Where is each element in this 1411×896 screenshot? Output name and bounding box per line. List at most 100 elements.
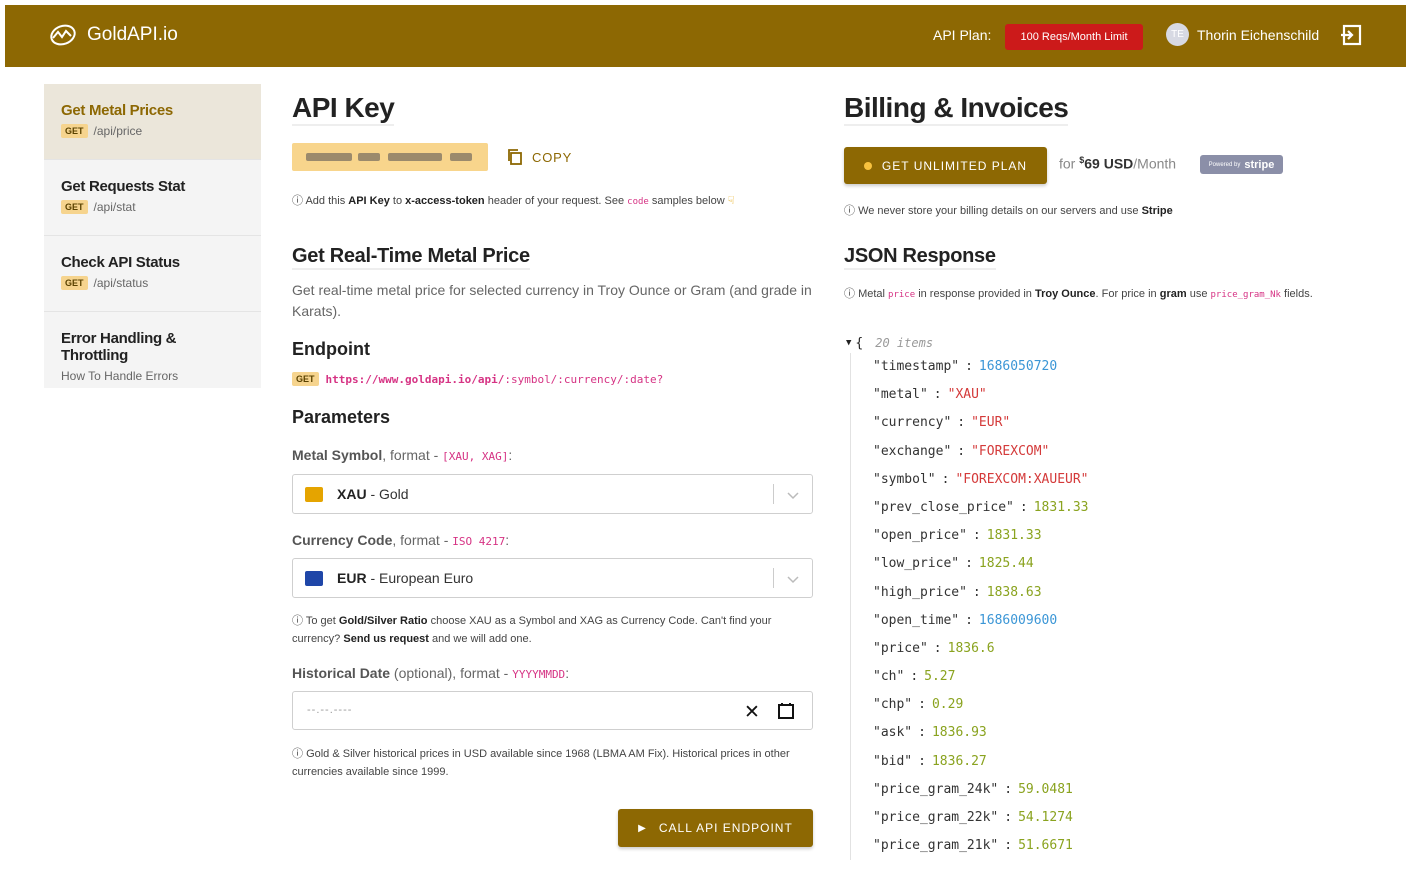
json-value: 54.1274 — [1018, 810, 1073, 825]
historical-date-label: Historical Date (optional), format - YYY… — [292, 665, 570, 681]
json-value: 51.6671 — [1018, 838, 1073, 854]
json-row: "price_gram_21k":51.6671 — [873, 838, 1073, 854]
sidebar: Get Metal Prices GET/api/price Get Reque… — [44, 84, 261, 388]
sidebar-item-subtitle: How To Handle Errors — [61, 369, 179, 383]
info-icon: ⓘ — [844, 288, 855, 300]
top-navbar: GoldAPI.io API Plan: 100 Reqs/Month Limi… — [5, 5, 1406, 67]
copy-label: COPY — [532, 149, 573, 165]
json-list: "timestamp":1686050720 "metal": "XAU" "curr… — [850, 353, 1089, 861]
json-row: "prev_close_price":1831.33 — [873, 499, 1089, 515]
json-key: "timestamp" — [873, 359, 960, 374]
json-row: "price":1836.6 — [873, 640, 995, 656]
billing-note: ⓘ We never store your billing details on… — [844, 205, 1173, 217]
clear-icon[interactable]: ✕ — [744, 701, 760, 724]
json-value: 1836.6 — [947, 640, 995, 656]
copy-icon — [508, 149, 522, 165]
sidebar-item-get-requests-stat[interactable]: Get Requests Stat GET/api/stat — [44, 160, 261, 236]
get-unlimited-plan-button[interactable]: GET UNLIMITED PLAN — [844, 147, 1047, 184]
json-value: 1686009600 — [978, 612, 1058, 628]
endpoint-title: Endpoint — [292, 339, 370, 359]
sidebar-item-title: Get Metal Prices — [61, 102, 173, 119]
logout-icon[interactable] — [1339, 23, 1363, 47]
api-key-title: API Key — [292, 92, 395, 126]
user-avatar[interactable]: TE — [1166, 23, 1189, 46]
json-key: "open_price" — [873, 528, 967, 544]
plan-price: for $69 USD/Month — [1059, 155, 1177, 172]
json-value: 1825.44 — [978, 556, 1034, 572]
sidebar-item-path: /api/status — [93, 276, 149, 290]
sidebar-item-title: Check API Status — [61, 254, 180, 271]
json-row: "price_gram_22k":54.1274 — [873, 810, 1073, 825]
json-value: 1686050720 — [978, 359, 1058, 374]
gold-bar-icon — [305, 487, 323, 502]
info-icon: ⓘ — [292, 195, 303, 207]
json-row: "chp":0.29 — [873, 697, 964, 713]
billing-title: Billing & Invoices — [844, 92, 1069, 126]
realtime-title: Get Real-Time Metal Price — [292, 245, 530, 270]
json-key: "chp" — [873, 697, 913, 713]
json-row: "high_price":1838.63 — [873, 584, 1042, 600]
json-root-toggle[interactable]: ▼ { 20 items — [846, 333, 1089, 353]
send-request-link: Send us request — [343, 633, 429, 645]
historical-date-input[interactable]: --.--.---- ✕ — [292, 691, 813, 730]
realtime-description: Get real-time metal price for selected c… — [292, 282, 812, 319]
json-key: "symbol" — [873, 471, 936, 487]
currency-code-select[interactable]: EUR - European Euro — [292, 558, 813, 598]
powered-by-stripe-badge: Powered by stripe — [1200, 155, 1283, 174]
json-response-note: ⓘ Metal price in response provided in Tr… — [844, 288, 1313, 300]
json-row: "ch":5.27 — [873, 669, 956, 685]
json-value: 59.0481 — [1018, 781, 1073, 797]
json-value: 0.29 — [931, 697, 964, 713]
chevron-down-icon[interactable] — [786, 488, 800, 502]
json-row: "ask":1836.93 — [873, 725, 987, 741]
caret-down-icon[interactable]: ▼ — [846, 338, 851, 348]
parameters-title: Parameters — [292, 407, 391, 427]
json-value: 1836.93 — [931, 725, 987, 741]
json-response-title: JSON Response — [844, 245, 996, 270]
json-viewer: ▼ { 20 items "timestamp":1686050720 "meta… — [846, 333, 1089, 861]
json-row: "timestamp":1686050720 — [873, 359, 1058, 374]
api-key-value-masked[interactable] — [292, 143, 488, 171]
currency-code-label: Currency Code, format - ISO 4217: — [292, 532, 510, 548]
sidebar-item-error-handling[interactable]: Error Handling & Throttling How To Handl… — [44, 312, 261, 388]
json-row: "open_price":1831.33 — [873, 528, 1042, 544]
json-row: "metal": "XAU" — [873, 387, 987, 403]
json-key: "open_time" — [873, 612, 960, 628]
play-icon: ▶ — [638, 822, 647, 834]
sidebar-item-path: /api/price — [93, 124, 143, 138]
json-value: 5.27 — [924, 669, 956, 685]
json-value: "FOREXCOM:XAUEUR" — [955, 471, 1089, 487]
sidebar-item-get-metal-prices[interactable]: Get Metal Prices GET/api/price — [44, 84, 261, 160]
json-row: "exchange": "FOREXCOM" — [873, 443, 1050, 459]
json-key: "prev_close_price" — [873, 499, 1014, 515]
copy-api-key-button[interactable]: COPY — [506, 148, 572, 166]
json-item-count: 20 items — [875, 336, 934, 350]
json-row: "price_gram_24k":59.0481 — [873, 781, 1073, 797]
calendar-icon[interactable] — [777, 702, 795, 720]
json-key: "price_gram_21k" — [873, 838, 999, 854]
json-row: "low_price":1825.44 — [873, 556, 1034, 572]
json-row: "bid":1836.27 — [873, 753, 987, 769]
info-icon: ⓘ — [292, 615, 303, 627]
eu-flag-icon — [305, 571, 323, 586]
method-badge: GET — [61, 124, 88, 138]
sidebar-item-title: Get Requests Stat — [61, 178, 186, 195]
json-value: "XAU" — [947, 387, 987, 403]
user-name[interactable]: Thorin Eichenschild — [1197, 27, 1319, 43]
json-value: "EUR" — [971, 415, 1011, 431]
call-api-endpoint-button[interactable]: ▶ CALL API ENDPOINT — [618, 809, 813, 847]
status-dot-icon — [863, 161, 872, 170]
ratio-note: ⓘ To get Gold/Silver Ratio choose XAU as… — [292, 615, 772, 645]
api-key-note: ⓘ Add this API Key to x-access-token hea… — [292, 195, 735, 207]
json-key: "low_price" — [873, 556, 960, 572]
chevron-down-icon[interactable] — [786, 572, 800, 586]
metal-symbol-select[interactable]: XAU - Gold — [292, 474, 813, 514]
sidebar-item-path: /api/stat — [93, 200, 136, 214]
api-plan-label: API Plan: — [933, 27, 992, 43]
brand-logo[interactable]: GoldAPI.io — [49, 21, 178, 49]
json-value: 1831.33 — [986, 528, 1042, 544]
json-key: "exchange" — [873, 443, 952, 459]
json-key: "high_price" — [873, 584, 967, 600]
sidebar-item-check-api-status[interactable]: Check API Status GET/api/status — [44, 236, 261, 312]
json-row: "currency": "EUR" — [873, 415, 1011, 431]
